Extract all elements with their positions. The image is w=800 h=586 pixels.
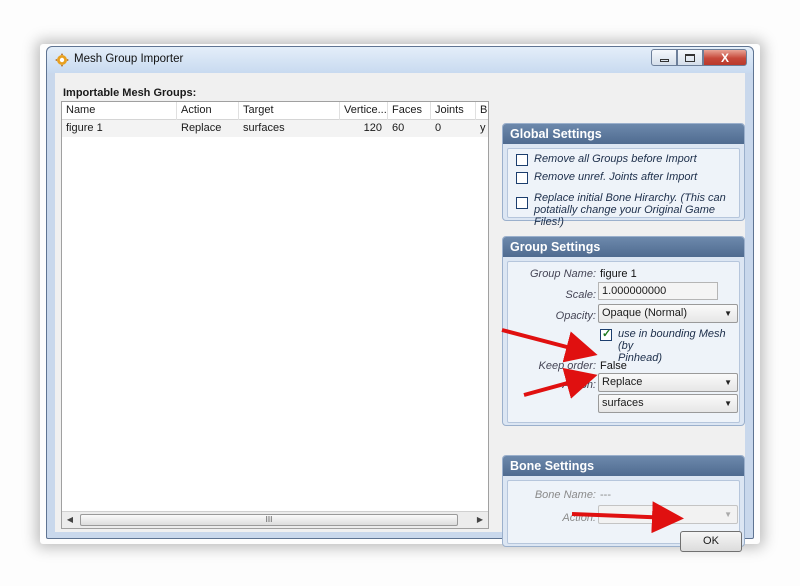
action-select[interactable]: Replace ▼ — [598, 373, 738, 392]
close-icon: X — [720, 50, 729, 65]
group-settings-panel: Group Settings Group Name: figure 1 Scal… — [502, 236, 745, 426]
column-header-vertices[interactable]: Vertice... — [340, 102, 388, 120]
dropdown-arrow-icon: ▼ — [724, 309, 732, 318]
row-name: figure 1 — [66, 122, 103, 134]
scale-input[interactable]: 1.000000000 — [598, 282, 718, 300]
group-name-value: figure 1 — [600, 268, 637, 280]
column-header-name[interactable]: Name — [62, 102, 177, 120]
keep-order-value: False — [600, 360, 627, 372]
maximize-button[interactable] — [677, 49, 703, 66]
remove-groups-option[interactable]: Remove all Groups before Import — [516, 153, 697, 166]
maximize-icon — [685, 53, 695, 62]
horizontal-scrollbar[interactable]: ◀ III ▶ — [62, 511, 488, 528]
bone-action-select[interactable]: ▼ — [598, 505, 738, 524]
global-settings-title: Global Settings — [503, 124, 744, 144]
global-settings-panel: Global Settings Remove all Groups before… — [502, 123, 745, 228]
opacity-label: Opacity: — [555, 310, 596, 322]
column-header-b[interactable]: B — [476, 102, 490, 120]
target-select[interactable]: surfaces ▼ — [598, 394, 738, 413]
bone-settings-title: Bone Settings — [503, 456, 744, 476]
remove-joints-label: Remove unref. Joints after Import — [534, 171, 698, 183]
window-controls: X — [651, 49, 747, 67]
group-name-label: Group Name: — [529, 268, 596, 280]
group-settings-title: Group Settings — [503, 237, 744, 257]
dropdown-arrow-icon: ▼ — [724, 378, 732, 387]
bounding-mesh-label-line1: use in bounding Mesh (by — [618, 328, 726, 352]
scroll-right-icon[interactable]: ▶ — [472, 512, 488, 528]
bone-name-value: --- — [600, 489, 611, 501]
scroll-left-icon[interactable]: ◀ — [62, 512, 78, 528]
bone-action-label: Action: — [562, 512, 596, 524]
row-faces: 60 — [392, 122, 405, 134]
row-target: surfaces — [243, 122, 285, 134]
app-logo-icon — [55, 53, 69, 67]
table-row[interactable]: figure 1 Replace surfaces 120 60 0 y — [62, 120, 488, 137]
minimize-button[interactable] — [651, 49, 677, 66]
scroll-thumb[interactable]: III — [80, 514, 458, 526]
keep-order-label: Keep order: — [538, 360, 596, 372]
dialog-client-area: Importable Mesh Groups: Name Action Targ… — [55, 73, 745, 547]
row-joints: 0 — [435, 122, 442, 134]
group-settings-body: Group Name: figure 1 Scale: 1.000000000 … — [507, 261, 740, 423]
bone-name-label: Bone Name: — [534, 489, 596, 501]
replace-bone-label-line1: Replace initial Bone Hirarchy. (This can — [534, 192, 726, 204]
mesh-group-list[interactable]: Name Action Target Vertice... Faces Join… — [61, 101, 489, 529]
target-select-value: surfaces — [602, 397, 644, 409]
importable-groups-label: Importable Mesh Groups: — [63, 87, 197, 99]
opacity-select-value: Opaque (Normal) — [602, 307, 687, 319]
ok-button[interactable]: OK — [680, 531, 742, 552]
replace-bone-checkbox[interactable] — [516, 197, 528, 209]
bounding-mesh-label: use in bounding Mesh (by Pinhead) — [618, 328, 739, 364]
column-header-faces[interactable]: Faces — [388, 102, 431, 120]
row-vertices: 120 — [363, 122, 382, 134]
opacity-select[interactable]: Opaque (Normal) ▼ — [598, 304, 738, 323]
remove-joints-checkbox[interactable] — [516, 172, 528, 184]
replace-bone-label-line2: potatially change your Original Game Fil… — [534, 204, 715, 228]
column-header-action[interactable]: Action — [177, 102, 239, 120]
dropdown-arrow-icon: ▼ — [724, 510, 732, 519]
column-header-target[interactable]: Target — [239, 102, 340, 120]
remove-joints-option[interactable]: Remove unref. Joints after Import — [516, 171, 697, 184]
row-action: Replace — [181, 122, 222, 134]
title-bar[interactable]: Mesh Group Importer X — [47, 47, 753, 73]
column-header-joints[interactable]: Joints — [431, 102, 476, 120]
global-settings-body: Remove all Groups before Import Remove u… — [507, 148, 740, 228]
action-label: Action: — [562, 379, 596, 391]
dropdown-arrow-icon: ▼ — [724, 399, 732, 408]
replace-bone-label: Replace initial Bone Hirarchy. (This can… — [534, 192, 739, 228]
bounding-mesh-label-line2: Pinhead) — [618, 352, 663, 364]
replace-bone-option[interactable]: Replace initial Bone Hirarchy. (This can… — [516, 192, 739, 228]
action-select-value: Replace — [602, 376, 643, 388]
scale-label: Scale: — [565, 289, 596, 301]
remove-groups-checkbox[interactable] — [516, 154, 528, 166]
window-title: Mesh Group Importer — [74, 53, 184, 65]
bounding-mesh-option[interactable]: use in bounding Mesh (by Pinhead) — [600, 327, 739, 364]
bounding-mesh-checkbox[interactable] — [600, 327, 612, 341]
remove-groups-label: Remove all Groups before Import — [534, 153, 697, 165]
minimize-icon — [659, 59, 669, 62]
mesh-group-importer-window: Mesh Group Importer X Importable Mesh Gr… — [46, 46, 754, 552]
close-button[interactable]: X — [703, 49, 747, 66]
list-header: Name Action Target Vertice... Faces Join… — [62, 102, 488, 120]
row-b: y — [480, 122, 486, 134]
